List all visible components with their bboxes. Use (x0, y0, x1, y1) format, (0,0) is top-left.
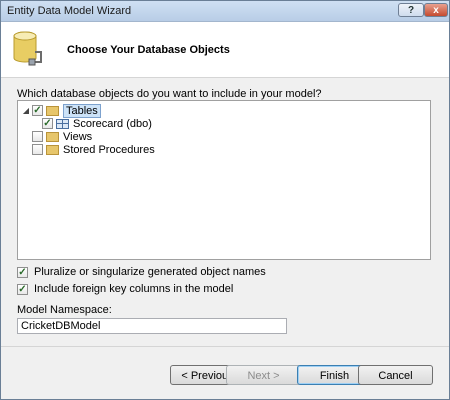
window-title: Entity Data Model Wizard (7, 5, 132, 17)
database-objects-tree[interactable]: ◢ ✓ Tables ✓ Scorecard (dbo) Views Store… (17, 100, 431, 260)
wizard-window: Entity Data Model Wizard ? x Choose Your… (0, 0, 450, 400)
stored-procedures-checkbox[interactable] (32, 144, 43, 155)
foreign-keys-option[interactable]: ✓ Include foreign key columns in the mod… (17, 283, 233, 295)
views-label: Views (63, 130, 93, 143)
pluralize-option[interactable]: ✓ Pluralize or singularize generated obj… (17, 266, 266, 278)
cancel-button[interactable]: Cancel (358, 365, 433, 385)
help-button[interactable]: ? (398, 3, 424, 17)
folder-icon (46, 131, 59, 142)
wizard-header: Choose Your Database Objects (1, 22, 449, 78)
next-button[interactable]: Next > (226, 365, 301, 385)
tree-node-stored-procedures[interactable]: Stored Procedures (32, 143, 155, 156)
foreign-keys-label: Include foreign key columns in the model (34, 283, 234, 295)
tables-label: Tables (63, 103, 101, 118)
page-title: Choose Your Database Objects (67, 44, 230, 56)
scorecard-checkbox[interactable]: ✓ (42, 118, 53, 129)
foreign-keys-checkbox[interactable]: ✓ (17, 283, 28, 295)
scorecard-label: Scorecard (dbo) (73, 117, 152, 130)
model-namespace-input[interactable] (17, 318, 287, 334)
title-bar[interactable]: Entity Data Model Wizard ? x (1, 1, 449, 22)
tree-node-tables[interactable]: ◢ ✓ Tables (22, 103, 101, 118)
collapse-icon[interactable]: ◢ (22, 106, 30, 115)
views-checkbox[interactable] (32, 131, 43, 142)
footer-divider (1, 346, 449, 347)
close-button[interactable]: x (424, 3, 448, 17)
pluralize-checkbox[interactable]: ✓ (17, 266, 28, 278)
tree-node-views[interactable]: Views (32, 130, 92, 143)
tables-checkbox[interactable]: ✓ (32, 105, 43, 116)
model-namespace-label: Model Namespace: (17, 304, 112, 316)
pluralize-label: Pluralize or singularize generated objec… (34, 266, 266, 278)
objects-question-label: Which database objects do you want to in… (17, 88, 322, 100)
database-icon (13, 31, 42, 66)
table-icon (56, 118, 69, 129)
tree-node-scorecard[interactable]: ✓ Scorecard (dbo) (42, 117, 152, 130)
folder-icon (46, 144, 59, 155)
folder-icon (46, 105, 59, 116)
stored-procedures-label: Stored Procedures (63, 143, 155, 156)
